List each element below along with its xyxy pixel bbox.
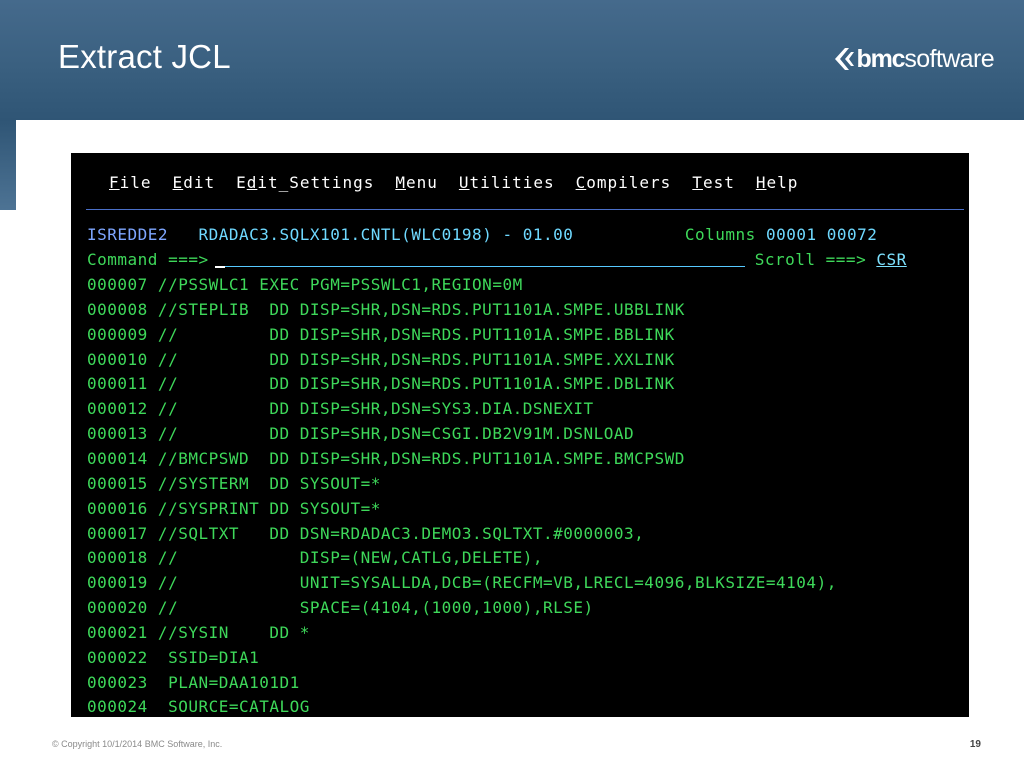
columns-from: 00001 [765,225,817,244]
menu-item-label: dit [183,173,216,192]
jcl-line[interactable]: 000009 // DD DISP=SHR,DSN=RDS.PUT1101A.S… [87,325,675,345]
menu-item-label: est [702,173,735,192]
menu-item-label: ompilers [586,173,672,192]
scroll-label: Scroll ===> [754,250,867,269]
edit-header-line: ISREDDE2 RDADAC3.SQLX101.CNTL(WLC0198) -… [87,225,877,245]
menu-item-label: it_Settings [257,173,375,192]
menu-item-label: tilities [469,173,555,192]
scroll-amount-field[interactable]: CSR [876,250,906,269]
jcl-line[interactable]: 000008 //STEPLIB DD DISP=SHR,DSN=RDS.PUT… [87,300,685,320]
jcl-line[interactable]: 000020 // SPACE=(4104,(1000,1000),RLSE) [87,598,594,618]
command-label: Command ===> [87,250,209,269]
jcl-line[interactable]: 000017 //SQLTXT DD DSN=RDADAC3.DEMO3.SQL… [87,524,644,544]
menu-item-mnemonic: F [109,173,120,192]
dataset-name: RDADAC3.SQLX101.CNTL(WLC0198) - 01.00 [198,225,574,244]
page-number: 19 [969,739,981,750]
columns-to: 00072 [826,225,878,244]
jcl-line[interactable]: 000011 // DD DISP=SHR,DSN=RDS.PUT1101A.S… [87,374,675,394]
jcl-line[interactable]: 000018 // DISP=(NEW,CATLG,DELETE), [87,548,543,568]
menu-item[interactable]: File [109,173,152,192]
menu-item-mnemonic: T [692,173,703,192]
columns-label: Columns [684,225,756,244]
jcl-line[interactable]: 000015 //SYSTERM DD SYSOUT=* [87,474,381,494]
menu-item-mnemonic: U [458,173,470,192]
decorative-strip [0,120,16,210]
command-line: Command ===> Scroll ===> CSR [87,250,907,270]
jcl-line[interactable]: 000019 // UNIT=SYSALLDA,DCB=(RECFM=VB,LR… [87,573,837,593]
menu-item-label: elp [766,173,799,192]
ispf-terminal: File Edit Edit_Settings Menu Utilities Compil… [71,153,969,717]
menu-item[interactable]: Utilities [459,173,555,192]
menu-item-mnemonic: H [755,173,767,192]
menu-item[interactable]: Edit_Settings [236,173,374,192]
ispf-menu-bar: File Edit Edit_Settings Menu Utilities Compil… [109,173,819,192]
menu-item[interactable]: Compilers [576,173,672,192]
menu-item[interactable]: Test [692,173,735,192]
jcl-line[interactable]: 000010 // DD DISP=SHR,DSN=RDS.PUT1101A.S… [87,350,675,370]
jcl-line[interactable]: 000024 SOURCE=CATALOG [87,697,310,717]
menu-item-label: enu [405,173,438,192]
text-cursor [214,266,225,268]
jcl-line[interactable]: 000007 //PSSWLC1 EXEC PGM=PSSWLC1,REGION… [87,275,523,295]
menu-item-label: ile [119,173,152,192]
menu-item-mnemonic: C [575,173,587,192]
bmc-chevron-icon [834,48,854,70]
command-input[interactable] [214,250,745,268]
jcl-line[interactable]: 000014 //BMCPSWD DD DISP=SHR,DSN=RDS.PUT… [87,449,685,469]
jcl-line[interactable]: 000021 //SYSIN DD * [87,623,310,643]
jcl-line[interactable]: 000023 PLAN=DAA101D1 [87,673,300,693]
copyright-text: © Copyright 10/1/2014 BMC Software, Inc. [52,739,223,749]
menu-item-mnemonic: d [246,173,258,192]
bmc-logo: bmc software [833,42,995,76]
menu-item-mnemonic: M [395,173,406,192]
jcl-line[interactable]: 000013 // DD DISP=SHR,DSN=CSGI.DB2V91M.D… [87,424,634,444]
menu-item-mnemonic: E [172,173,184,192]
menu-item[interactable]: Edit [173,173,216,192]
slide-title: Extract JCL [58,38,231,75]
jcl-line[interactable]: 000016 //SYSPRINT DD SYSOUT=* [87,499,381,519]
logo-text-strong: bmc [856,44,906,73]
logo-text-light: software [904,44,994,73]
menu-item[interactable]: Help [756,173,799,192]
jcl-line[interactable]: 000012 // DD DISP=SHR,DSN=SYS3.DIA.DSNEX… [87,399,594,419]
jcl-line[interactable]: 000022 SSID=DIA1 [87,648,259,668]
slide-header: Extract JCL bmc software [0,0,1024,120]
menu-item[interactable]: Menu [395,173,438,192]
menu-separator [86,209,964,210]
panel-id: ISREDDE2 [87,225,169,244]
